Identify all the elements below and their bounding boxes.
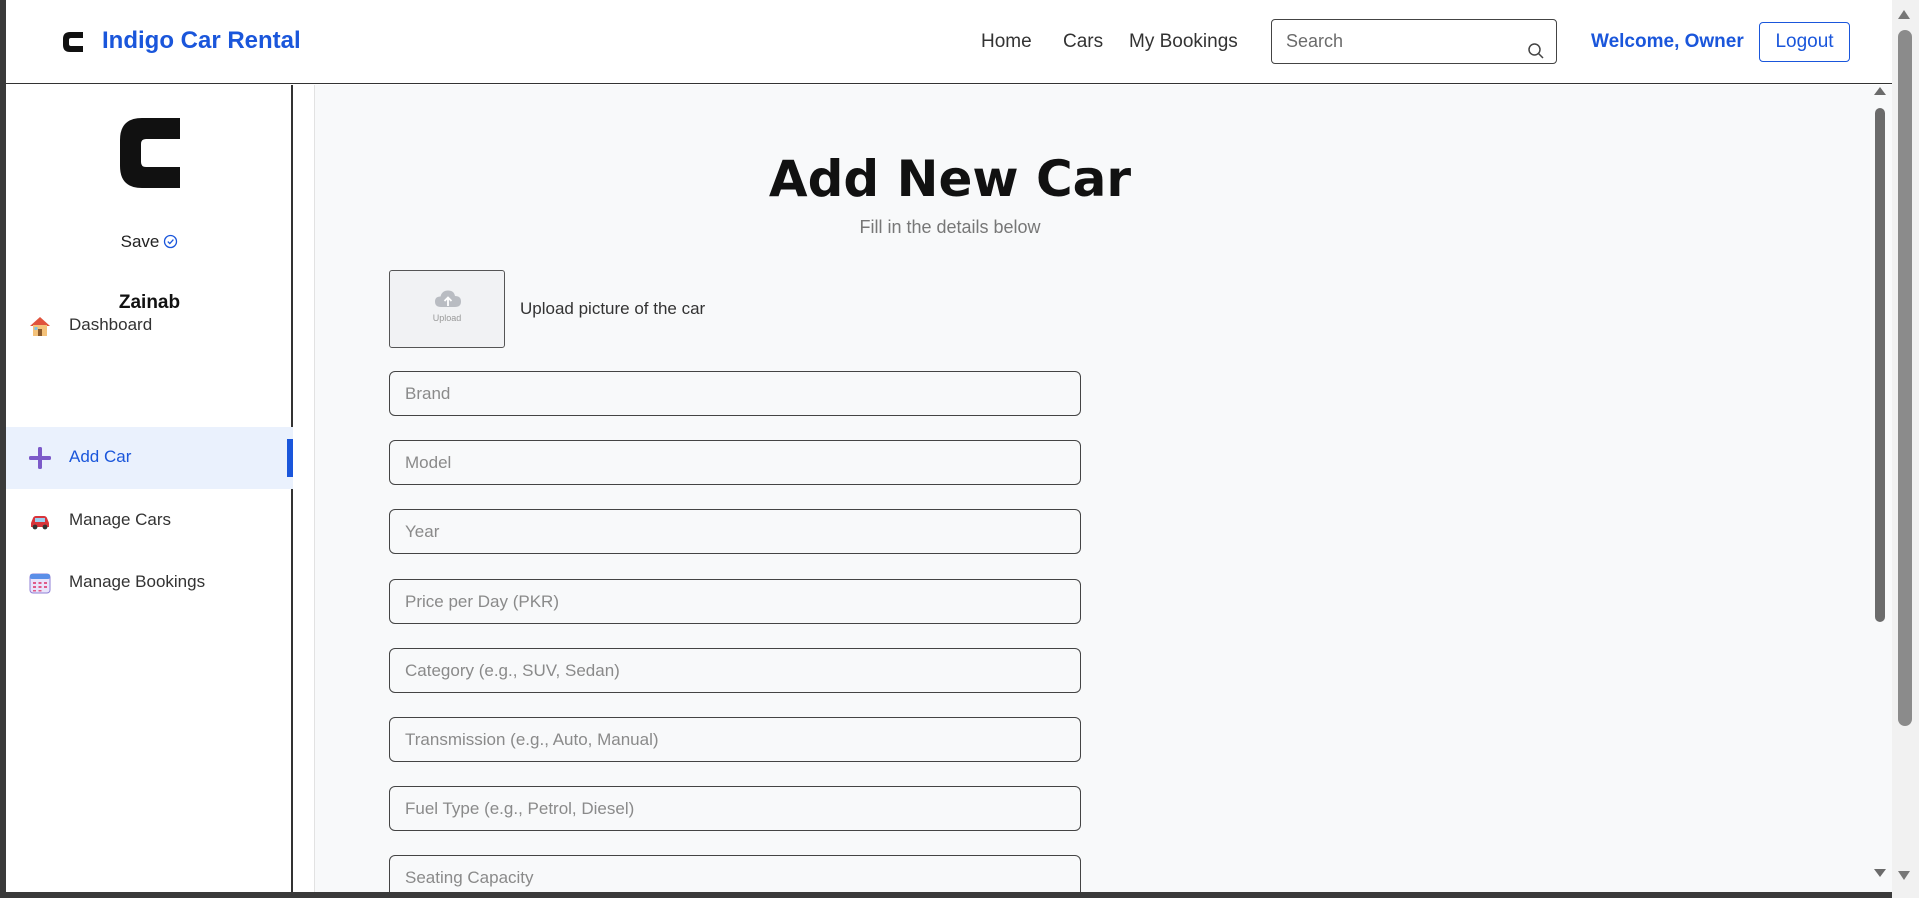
sidebar-item-label: Manage Bookings xyxy=(69,572,206,591)
page-title: Add New Car xyxy=(768,150,1132,208)
logout-button[interactable]: Logout xyxy=(1759,22,1850,62)
search-box xyxy=(1271,19,1557,64)
year-field[interactable] xyxy=(389,509,1081,554)
model-field[interactable] xyxy=(389,440,1081,485)
fuel-type-field[interactable] xyxy=(389,786,1081,831)
search-icon[interactable] xyxy=(1527,42,1545,60)
house-icon xyxy=(30,317,50,336)
sidebar-item-label: Dashboard xyxy=(69,315,153,334)
page-scrollbar-thumb[interactable] xyxy=(1898,30,1912,726)
main-content: Add New Car Fill in the details below xyxy=(314,85,1892,892)
transmission-field[interactable] xyxy=(389,717,1081,762)
active-indicator xyxy=(287,439,293,477)
nav-cars-link[interactable]: Cars xyxy=(1063,31,1103,53)
price-per-day-field[interactable] xyxy=(389,579,1081,624)
category-field[interactable] xyxy=(389,648,1081,693)
search-input[interactable] xyxy=(1273,21,1513,62)
scroll-up-arrow-icon[interactable] xyxy=(1873,86,1887,96)
brand-name[interactable]: Indigo Car Rental xyxy=(102,27,301,55)
sidebar-item-manage-bookings[interactable]: Manage Bookings xyxy=(6,552,293,614)
plus-icon xyxy=(29,447,51,469)
upload-box-text: Upload xyxy=(432,313,462,323)
top-navbar: Indigo Car Rental Home Cars My Bookings … xyxy=(6,0,1892,84)
content-scrollbar-thumb[interactable] xyxy=(1875,108,1885,622)
page-scroll-down-arrow-icon[interactable] xyxy=(1896,870,1912,882)
car-icon xyxy=(31,516,49,530)
page-subtitle: Fill in the details below xyxy=(859,217,1041,237)
seating-capacity-field[interactable] xyxy=(389,855,1081,892)
browser-viewport: Indigo Car Rental Home Cars My Bookings … xyxy=(6,0,1892,892)
welcome-text: Welcome, Owner xyxy=(1591,31,1744,52)
sidebar-item-dashboard[interactable]: Dashboard xyxy=(6,295,293,357)
sidebar-item-label: Add Car xyxy=(69,447,132,466)
upload-label: Upload picture of the car xyxy=(520,299,706,318)
calendar-icon xyxy=(29,573,51,594)
cloud-upload-icon xyxy=(435,290,461,307)
sidebar-item-add-car[interactable]: Add Car xyxy=(6,427,293,489)
logo-icon[interactable] xyxy=(61,28,87,56)
nav-my-bookings-link[interactable]: My Bookings xyxy=(1129,31,1238,53)
page-scroll-up-arrow-icon[interactable] xyxy=(1896,8,1912,20)
nav-home-link[interactable]: Home xyxy=(981,31,1032,53)
scroll-down-arrow-icon[interactable] xyxy=(1873,868,1887,878)
brand-field[interactable] xyxy=(389,371,1081,416)
sidebar-item-manage-cars[interactable]: Manage Cars xyxy=(6,490,293,552)
sidebar-item-label: Manage Cars xyxy=(69,510,172,529)
upload-image-button[interactable]: Upload xyxy=(389,270,505,348)
